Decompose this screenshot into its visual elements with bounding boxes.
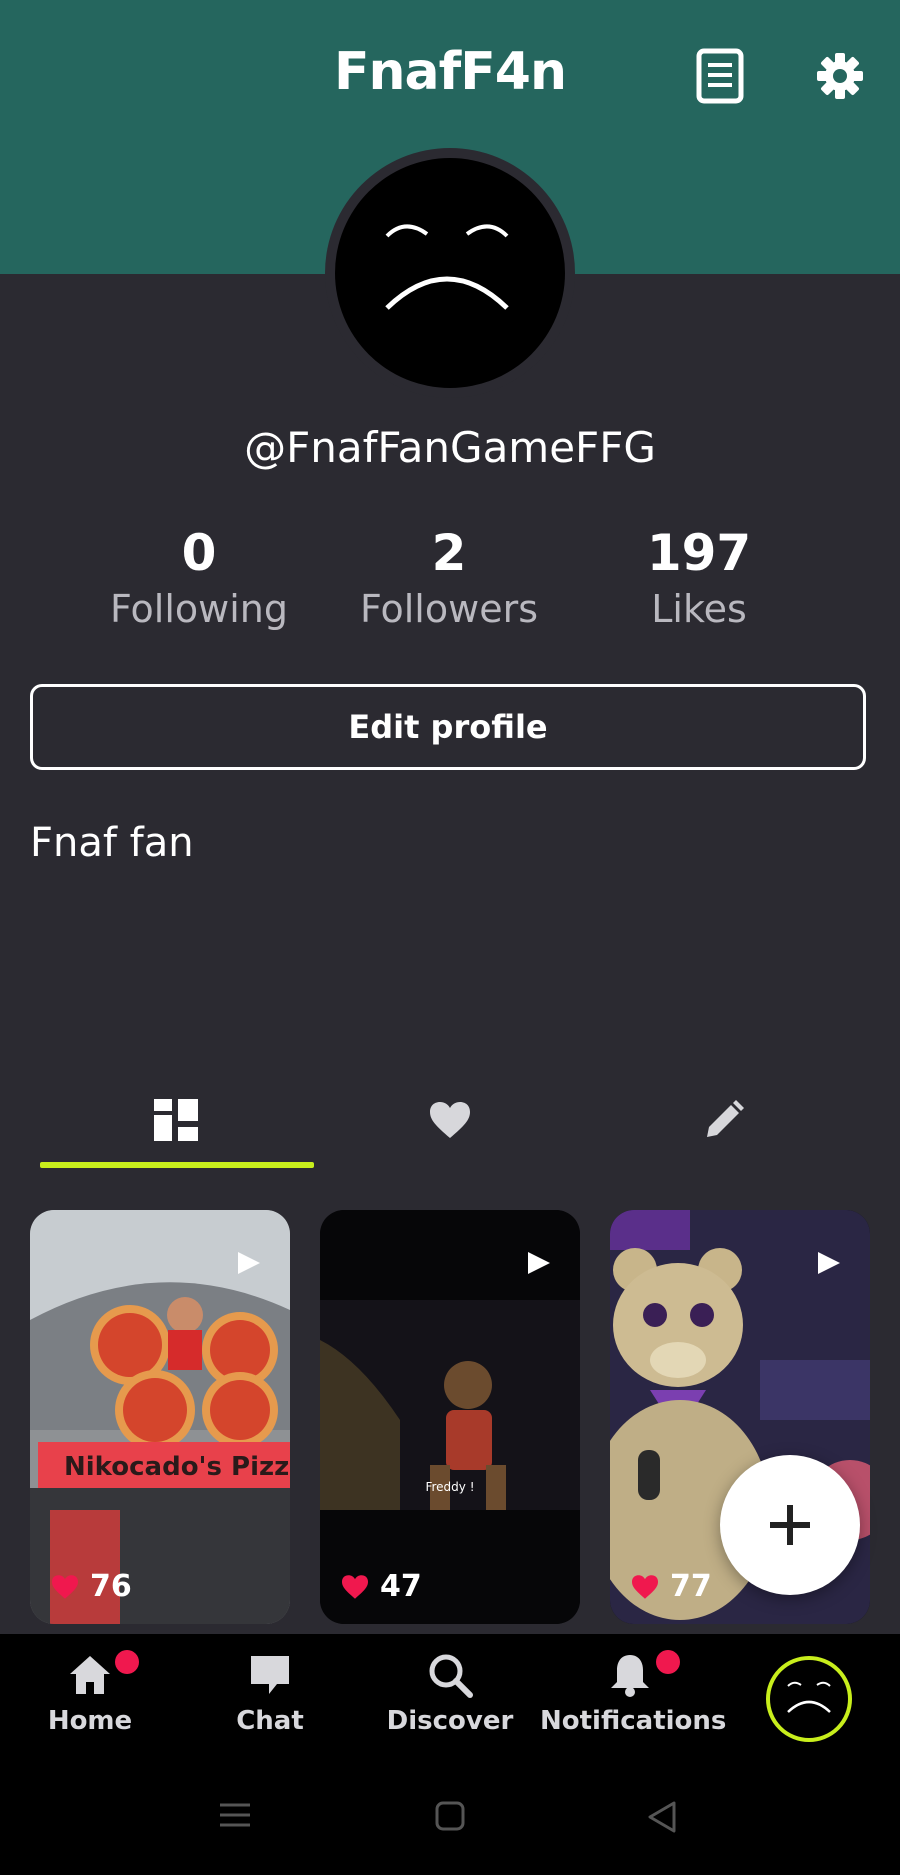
stat-label: Following — [110, 587, 288, 631]
play-icon — [818, 1252, 840, 1274]
stat-label: Followers — [360, 587, 538, 631]
tab-videos[interactable] — [38, 1070, 314, 1170]
avatar[interactable] — [335, 158, 565, 388]
stat-value: 2 — [431, 524, 467, 582]
like-count: 77 — [670, 1569, 712, 1604]
menu-icon[interactable] — [218, 1800, 252, 1834]
video-likes: 47 — [340, 1569, 422, 1604]
create-post-button[interactable] — [720, 1455, 860, 1595]
username: @FnafFanGameFFG — [244, 423, 656, 472]
stat-label: Likes — [651, 587, 747, 631]
video-likes: 76 — [50, 1569, 132, 1604]
tab-drafts[interactable] — [586, 1070, 862, 1170]
back-icon[interactable] — [646, 1800, 678, 1838]
stat-followers[interactable]: 2 Followers — [339, 522, 559, 634]
grid-icon — [154, 1099, 198, 1141]
pencil-icon — [707, 1100, 744, 1137]
gear-icon[interactable] — [812, 46, 868, 106]
profile-bio: Fnaf fan — [30, 820, 194, 866]
nav-label: Chat — [236, 1706, 304, 1736]
heart-icon — [342, 1574, 368, 1599]
video-card[interactable]: Freddy ! 47 — [320, 1210, 580, 1624]
like-count: 76 — [90, 1569, 132, 1604]
bell-icon — [611, 1655, 649, 1697]
video-overlay-text: Nikocado's Pizza — [64, 1452, 290, 1482]
heart-icon — [632, 1574, 658, 1599]
nav-label: Discover — [386, 1706, 514, 1736]
stat-value: 0 — [181, 524, 217, 582]
notification-badge — [656, 1650, 680, 1674]
heart-icon — [52, 1574, 78, 1599]
video-likes: 77 — [630, 1569, 712, 1604]
home-icon — [70, 1656, 110, 1694]
edit-profile-button[interactable]: Edit profile — [30, 684, 866, 770]
nav-profile-avatar[interactable] — [766, 1656, 852, 1742]
stat-likes: 197 Likes — [589, 522, 809, 634]
play-icon — [238, 1252, 260, 1274]
video-caption: Freddy ! — [425, 1480, 475, 1494]
nav-label: Home — [47, 1706, 133, 1736]
nav-notifications[interactable]: Notifications — [540, 1652, 727, 1736]
stat-following[interactable]: 0 Following — [89, 522, 309, 634]
tab-active-indicator — [40, 1162, 314, 1168]
chat-icon — [251, 1656, 289, 1694]
nav-chat[interactable]: Chat — [180, 1652, 360, 1736]
tab-liked[interactable] — [312, 1070, 588, 1170]
nav-label: Notifications — [540, 1706, 727, 1736]
notification-badge — [115, 1650, 139, 1674]
home-square-icon[interactable] — [434, 1800, 466, 1836]
document-icon[interactable] — [692, 46, 748, 106]
search-icon — [429, 1654, 473, 1698]
play-icon — [528, 1252, 550, 1274]
page-title: FnafF4n — [334, 42, 567, 102]
stat-value: 197 — [646, 524, 752, 582]
heart-icon — [430, 1102, 470, 1138]
nav-discover[interactable]: Discover — [360, 1652, 540, 1736]
plus-icon — [770, 1505, 810, 1545]
like-count: 47 — [380, 1569, 422, 1604]
video-card[interactable]: Nikocado's Pizza 76 — [30, 1210, 290, 1624]
nav-home[interactable]: Home — [0, 1652, 180, 1736]
